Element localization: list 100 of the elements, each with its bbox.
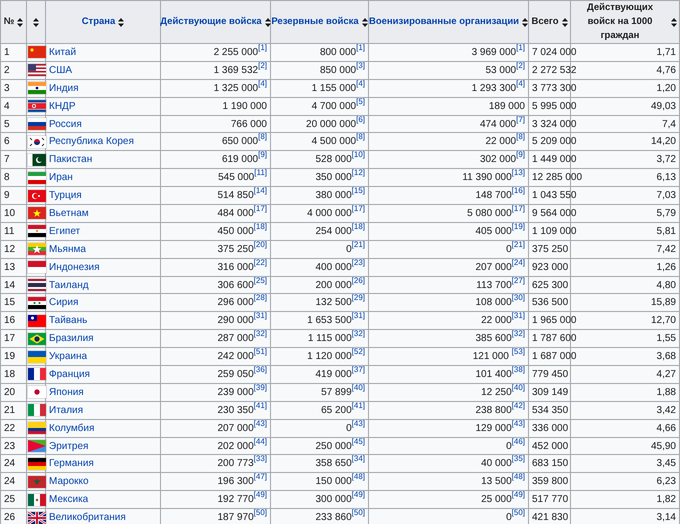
table-cell: 65 200$^{[41]}$ xyxy=(321,404,365,416)
table-cell: 359 800 xyxy=(532,476,568,488)
table-cell: 4 000 000$^{[17]}$ xyxy=(307,208,365,219)
table-cell: 683 150 xyxy=(532,458,568,470)
table-cell: 7,42 xyxy=(656,244,676,255)
country-link[interactable]: Россия xyxy=(49,118,82,130)
table-cell: 316 000$^{[22]}$ xyxy=(218,262,267,273)
table-cell: 1 293 300$^{[4]}$ xyxy=(472,82,525,94)
column-header[interactable]: № xyxy=(4,15,14,29)
country-link[interactable]: Турция xyxy=(49,190,82,202)
table-cell: 15,89 xyxy=(650,297,676,308)
flag-icon xyxy=(27,492,47,507)
rank-text: 16 xyxy=(4,315,16,326)
country-link[interactable]: Китай xyxy=(49,46,76,58)
flag-icon xyxy=(27,332,47,346)
flag-icon xyxy=(27,260,47,274)
table-cell: 7 024 000 xyxy=(532,46,576,58)
flag-icon xyxy=(27,81,47,96)
flag-icon xyxy=(27,474,47,489)
flag-icon xyxy=(27,456,47,471)
flag-icon xyxy=(27,403,47,418)
flag-icon xyxy=(27,385,47,400)
table-cell: 3,42 xyxy=(656,404,676,416)
column-header[interactable]: Страна xyxy=(82,15,116,29)
table-cell: 3 969 000$^{[1]}$ xyxy=(472,46,525,58)
rank-text: 15 xyxy=(4,297,16,308)
country-link[interactable]: Иран xyxy=(49,172,73,184)
rank-text: 13 xyxy=(4,262,16,273)
table-cell: 239 000$^{[39]}$ xyxy=(218,386,267,398)
table-cell: 306 600$^{[25]}$ xyxy=(218,280,267,291)
rank-text: 10 xyxy=(4,208,16,219)
table-cell: 421 830 xyxy=(532,512,568,524)
table-cell: 1,71 xyxy=(656,46,676,58)
flag-icon xyxy=(27,117,47,131)
country-link[interactable]: Египет xyxy=(49,226,80,237)
table-cell: 189 000 xyxy=(488,100,525,112)
country-link[interactable]: Италия xyxy=(49,404,84,416)
sort-icon[interactable] xyxy=(671,18,677,26)
flag-icon xyxy=(27,134,47,149)
country-link[interactable]: Япония xyxy=(49,386,84,398)
table-cell: 12 285 000 xyxy=(532,172,582,184)
country-link[interactable]: Сирия xyxy=(49,297,78,308)
rank-text: 8 xyxy=(4,172,10,184)
table-cell: 0$^{[43]}$ xyxy=(346,422,365,434)
country-link[interactable]: Индия xyxy=(49,82,79,94)
rank-text: 19 xyxy=(4,351,16,362)
country-link[interactable]: Мьянма xyxy=(49,244,86,255)
rank-text: 2 xyxy=(4,64,10,76)
table-cell: 1 787 600 xyxy=(532,333,576,344)
rank-text: 18 xyxy=(4,368,16,380)
table-cell: 3 324 000 xyxy=(532,118,576,130)
table-cell: 202 000$^{[44]}$ xyxy=(218,440,267,452)
table-cell: 3,45 xyxy=(656,458,676,470)
table-cell: 4 700 000$^{[5]}$ xyxy=(312,100,365,112)
table-cell: 12 250$^{[40]}$ xyxy=(481,386,525,398)
rank-text: 26 xyxy=(4,512,16,524)
flag-icon xyxy=(27,152,47,167)
table-cell: 45,90 xyxy=(650,440,676,452)
sort-icon[interactable] xyxy=(17,18,24,26)
sort-icon[interactable] xyxy=(562,18,568,26)
table-cell: 2 272 532 xyxy=(532,64,576,76)
table-cell: 309 149 xyxy=(532,386,568,398)
table-cell: 230 350$^{[41]}$ xyxy=(218,404,267,416)
table-cell: 452 000 xyxy=(532,440,568,452)
table-cell: 49,03 xyxy=(650,100,676,112)
table-cell: 7,4 xyxy=(662,118,676,130)
table-cell: 1 155 000$^{[4]}$ xyxy=(312,82,365,94)
table-cell: 4,80 xyxy=(656,280,676,291)
table-cell: 5 209 000 xyxy=(532,136,576,148)
table-cell: 536 500 xyxy=(532,297,568,308)
flag-icon xyxy=(27,63,47,78)
country-link[interactable]: КНДР xyxy=(49,100,76,112)
table-cell: 375 250 xyxy=(532,244,568,255)
flag-icon xyxy=(27,224,47,238)
country-link[interactable]: США xyxy=(49,64,72,76)
flag-icon xyxy=(27,45,47,60)
table-cell: 1 043 550 xyxy=(532,190,576,202)
table-cell: 400 000$^{[23]}$ xyxy=(316,262,365,273)
table-cell: 20 000 000$^{[6]}$ xyxy=(306,118,365,130)
rank-text: 12 xyxy=(4,244,16,255)
table-cell: 129 000$^{[43]}$ xyxy=(476,422,525,434)
table-cell: 0$^{[46]}$ xyxy=(506,440,525,452)
table-cell: 1 190 000 xyxy=(222,100,267,112)
rank-text: 9 xyxy=(4,190,10,202)
flag-icon xyxy=(27,188,47,203)
rank-text: 11 xyxy=(4,226,14,237)
table-cell: 850 000$^{[3]}$ xyxy=(320,64,365,76)
rank-text: 5 xyxy=(4,118,10,130)
rank-text: 3 xyxy=(4,82,10,94)
table-cell: 779 450 xyxy=(532,368,568,380)
table-cell: 517 770 xyxy=(532,494,568,506)
sort-icon[interactable] xyxy=(33,18,39,26)
table-cell: 250 000$^{[45]}$ xyxy=(316,440,365,452)
table-cell: 625 300 xyxy=(532,280,568,291)
table-cell: 1 965 000 xyxy=(532,315,576,326)
table-cell: 5 995 000 xyxy=(532,100,576,112)
rank-text: 22 xyxy=(4,422,16,434)
table-cell: 450 000$^{[18]}$ xyxy=(218,226,267,237)
sort-icon[interactable] xyxy=(118,18,124,26)
table-cell: 5,81 xyxy=(656,226,676,237)
